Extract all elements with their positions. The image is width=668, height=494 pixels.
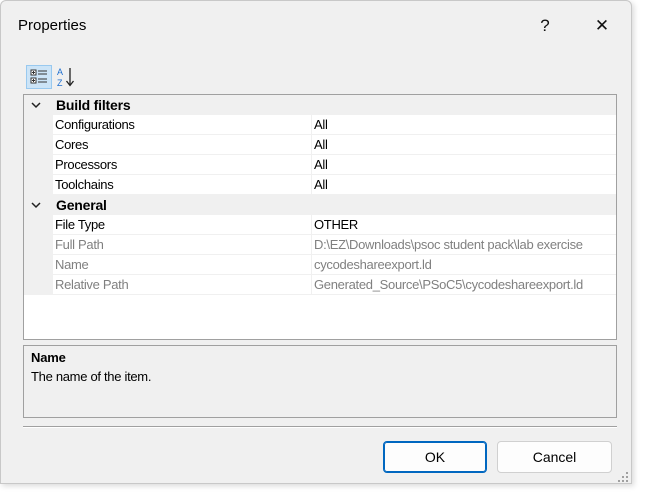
row-gutter: [24, 215, 53, 235]
property-value[interactable]: OTHER: [314, 217, 616, 232]
chevron-down-icon[interactable]: [30, 99, 42, 111]
property-grid-toolbar: A Z: [23, 63, 617, 91]
dialog-title: Properties: [18, 17, 87, 34]
close-button[interactable]: ✕: [582, 11, 622, 41]
close-icon: ✕: [594, 16, 610, 35]
column-divider: [311, 135, 312, 155]
svg-text:A: A: [57, 67, 63, 77]
column-divider: [311, 155, 312, 175]
title-bar: Properties ? ✕: [1, 1, 631, 51]
category-general[interactable]: General: [24, 195, 616, 215]
property-value[interactable]: All: [314, 157, 616, 172]
row-gutter: [24, 115, 53, 135]
property-value[interactable]: All: [314, 137, 616, 152]
property-value[interactable]: Generated_Source\PSoC5\cycodeshareexport…: [314, 277, 616, 292]
property-name: Name: [55, 257, 89, 272]
property-name: File Type: [55, 217, 105, 232]
resize-grip-icon[interactable]: [617, 471, 629, 483]
row-gutter: [24, 235, 53, 255]
property-name: Cores: [55, 137, 89, 152]
category-label: Build filters: [56, 97, 131, 113]
alphabetical-sort-button[interactable]: A Z: [54, 65, 80, 89]
property-row-configurations[interactable]: Configurations All: [24, 115, 616, 135]
property-value[interactable]: All: [314, 177, 616, 192]
property-row-name[interactable]: Name cycodeshareexport.ld: [24, 255, 616, 275]
property-name: Toolchains: [55, 177, 114, 192]
property-row-processors[interactable]: Processors All: [24, 155, 616, 175]
row-gutter: [24, 275, 53, 295]
category-label: General: [56, 197, 107, 213]
property-value[interactable]: cycodeshareexport.ld: [314, 257, 616, 272]
property-row-full-path[interactable]: Full Path D:\EZ\Downloads\psoc student p…: [24, 235, 616, 255]
property-row-toolchains[interactable]: Toolchains All: [24, 175, 616, 195]
cancel-button[interactable]: Cancel: [497, 441, 612, 473]
footer-divider: [23, 426, 617, 428]
properties-dialog: Properties ? ✕ A Z Build filters Configu…: [0, 0, 632, 484]
ok-button[interactable]: OK: [383, 441, 487, 473]
column-divider: [311, 275, 312, 295]
chevron-down-icon[interactable]: [30, 199, 42, 211]
description-text: The name of the item.: [31, 369, 152, 384]
property-name: Relative Path: [55, 277, 129, 292]
description-panel: Name The name of the item.: [23, 345, 617, 418]
column-divider: [311, 235, 312, 255]
categorized-view-button[interactable]: [26, 65, 52, 89]
property-value[interactable]: D:\EZ\Downloads\psoc student pack\lab ex…: [314, 237, 616, 252]
property-name: Full Path: [55, 237, 104, 252]
column-divider: [311, 115, 312, 135]
description-title: Name: [31, 350, 66, 365]
row-gutter: [24, 155, 53, 175]
property-row-file-type[interactable]: File Type OTHER: [24, 215, 616, 235]
property-name: Configurations: [55, 117, 135, 132]
help-button[interactable]: ?: [525, 11, 565, 41]
sort-alphabetical-icon: A Z: [57, 67, 75, 88]
property-grid: Build filters Configurations All Cores A…: [23, 94, 617, 340]
row-gutter: [24, 175, 53, 195]
property-row-cores[interactable]: Cores All: [24, 135, 616, 155]
column-divider: [311, 255, 312, 275]
categorized-view-icon: [30, 69, 47, 84]
property-name: Processors: [55, 157, 118, 172]
property-row-relative-path[interactable]: Relative Path Generated_Source\PSoC5\cyc…: [24, 275, 616, 295]
row-gutter: [24, 255, 53, 275]
column-divider: [311, 215, 312, 235]
category-build-filters[interactable]: Build filters: [24, 95, 616, 115]
svg-text:Z: Z: [57, 78, 63, 88]
property-value[interactable]: All: [314, 117, 616, 132]
row-gutter: [24, 135, 53, 155]
help-icon: ?: [540, 16, 550, 35]
column-divider: [311, 175, 312, 195]
